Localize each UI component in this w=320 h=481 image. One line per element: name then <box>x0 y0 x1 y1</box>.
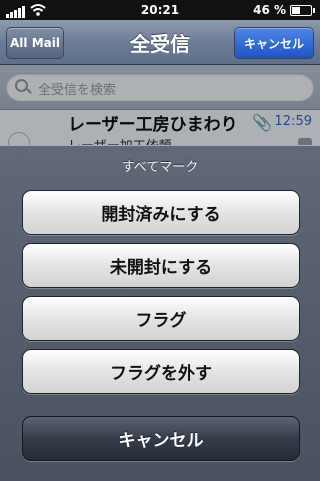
flag-button[interactable]: フラグ <box>22 296 300 341</box>
mark-unread-button[interactable]: 未開封にする <box>22 243 300 288</box>
sheet-title: すべてマーク <box>121 160 199 175</box>
battery-icon <box>290 5 315 16</box>
action-sheet: すべてマーク 開封済みにする 未開封にする フラグ フラグを外す キャンセル <box>0 145 320 481</box>
battery-percent: 46 % <box>253 3 286 17</box>
nav-bar: All Mail 全受信 キャンセル <box>0 20 320 65</box>
cancel-button[interactable]: キャンセル <box>22 416 300 461</box>
mark-read-button[interactable]: 開封済みにする <box>22 190 300 235</box>
cancel-edit-button[interactable]: キャンセル <box>234 27 314 59</box>
unflag-button[interactable]: フラグを外す <box>22 349 300 394</box>
status-bar: 20:21 46 % <box>0 0 320 20</box>
battery-fill <box>292 7 300 14</box>
